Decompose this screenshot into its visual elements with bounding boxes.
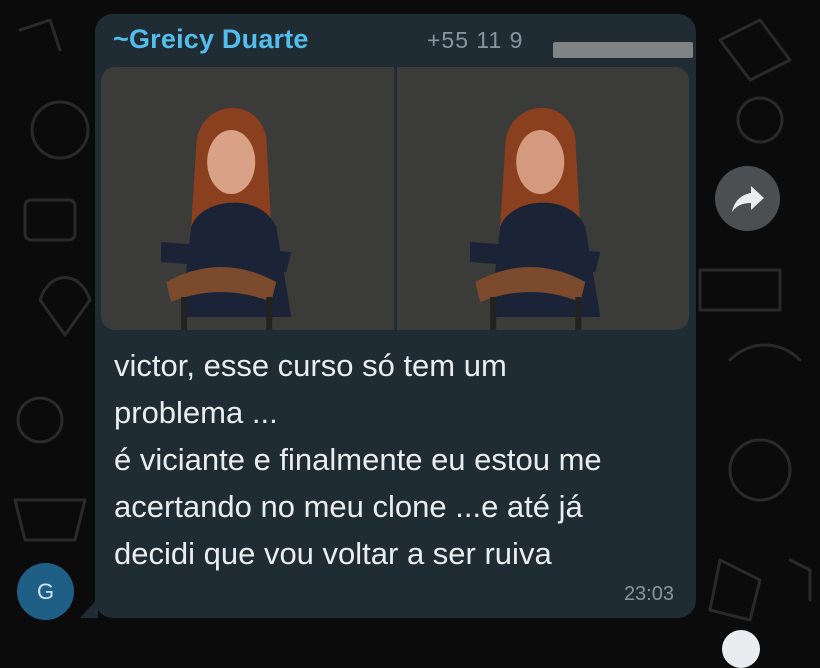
portrait-photo-icon bbox=[101, 67, 394, 330]
message-line: victor, esse curso só tem um bbox=[114, 348, 507, 383]
message-line: é viciante e finalmente eu estou me bbox=[114, 442, 602, 477]
sender-phone: +55 11 9 bbox=[427, 27, 524, 53]
portrait-photo-icon bbox=[396, 67, 689, 330]
message-timestamp: 23:03 bbox=[623, 583, 674, 605]
avatar[interactable]: G bbox=[17, 563, 74, 620]
scroll-indicator[interactable] bbox=[722, 630, 760, 668]
forward-button[interactable] bbox=[715, 166, 780, 231]
message-line: decidi que vou voltar a ser ruiva bbox=[114, 536, 552, 571]
photo-thumbnail[interactable] bbox=[396, 67, 689, 330]
message-line: problema ... bbox=[114, 395, 278, 430]
sender-name[interactable]: ~Greicy Duarte bbox=[113, 24, 309, 55]
photo-thumbnail[interactable] bbox=[101, 67, 394, 330]
phone-redaction-blur bbox=[553, 42, 693, 58]
message-bubble[interactable]: ~Greicy Duarte +55 11 9 victor, esse cur… bbox=[95, 14, 696, 618]
message-text: victor, esse curso só tem um problema ..… bbox=[114, 342, 684, 577]
message-line: acertando no meu clone ...e até já bbox=[114, 489, 583, 524]
bubble-tail bbox=[80, 598, 98, 618]
sender-row: ~Greicy Duarte +55 11 9 bbox=[113, 24, 693, 64]
forward-arrow-icon bbox=[731, 185, 764, 212]
photo-album bbox=[101, 67, 689, 330]
